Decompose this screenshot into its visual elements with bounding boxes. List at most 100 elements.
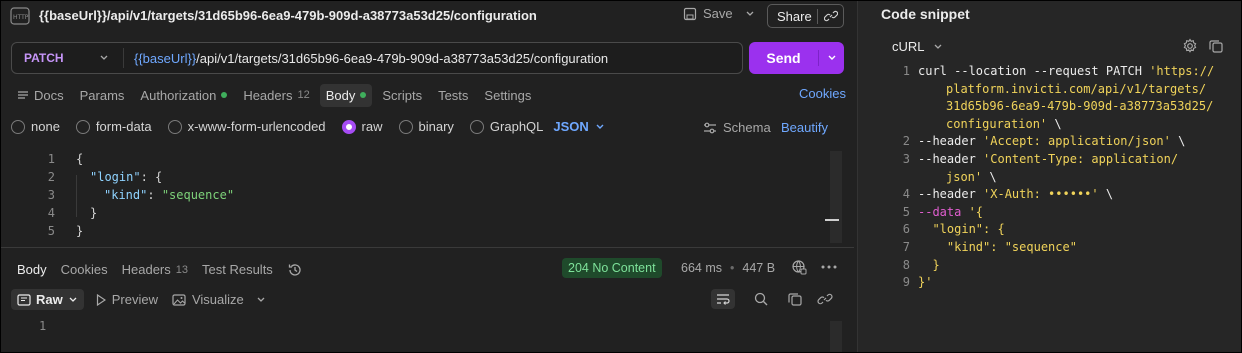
svg-text:HTTP: HTTP [13, 14, 29, 21]
http-request-icon: HTTP [10, 7, 30, 25]
radio-graphql[interactable]: GraphQL [469, 119, 543, 134]
response-tools [791, 259, 837, 275]
tab-label: Body [325, 87, 356, 103]
schema-button[interactable]: Schema [703, 120, 771, 135]
view-raw-button[interactable]: Raw [11, 289, 84, 310]
response-body-tools [711, 289, 833, 309]
radio-urlencoded[interactable]: x-www-form-urlencoded [167, 119, 326, 134]
json-punct: : [147, 188, 162, 202]
format-label: JSON [553, 119, 589, 134]
chevron-down-icon[interactable] [739, 9, 755, 19]
headers-count: 12 [297, 89, 310, 101]
gear-icon[interactable] [1182, 38, 1198, 54]
send-button[interactable]: Send [749, 42, 844, 74]
visualize-label: Visualize [191, 292, 244, 307]
link-icon[interactable] [817, 291, 833, 307]
tab-label: Cookies [60, 262, 108, 277]
url-input[interactable]: {{baseUrl}}/api/v1/targets/31d65b96-6ea9… [124, 51, 608, 66]
copy-icon[interactable] [787, 291, 803, 307]
body-editor[interactable]: 1 2 3 4 5 { "login": { "kind": "sequence… [1, 145, 854, 245]
tab-label: Docs [34, 87, 64, 103]
json-string: "sequence" [161, 188, 235, 202]
url-variable: {{baseUrl}} [134, 50, 197, 66]
tab-response-headers[interactable]: Headers 13 [116, 258, 194, 281]
chevron-down-icon [69, 297, 77, 302]
tab-params[interactable]: Params [74, 84, 131, 107]
tab-headers[interactable]: Headers 12 [237, 84, 315, 107]
tab-label: Tests [438, 87, 469, 103]
pane-divider[interactable] [1, 247, 854, 248]
tab-label: Scripts [382, 87, 423, 103]
copy-icon[interactable] [1208, 38, 1224, 54]
docs-icon [18, 91, 28, 99]
tab-response-body[interactable]: Body [11, 258, 53, 281]
json-key: "login" [90, 170, 141, 184]
radio-raw[interactable]: raw [341, 119, 383, 134]
link-icon[interactable] [818, 9, 843, 23]
chevron-down-icon[interactable] [256, 296, 266, 304]
snippet-line: 31d65b96-6ea9-479b-909d-a38773a53d25/ [946, 99, 1214, 114]
snippet-line: json' \ [946, 169, 997, 184]
snippet-tools [1182, 38, 1224, 54]
history-icon[interactable] [287, 262, 303, 278]
radio-binary[interactable]: binary [398, 119, 454, 134]
beautify-button[interactable]: Beautify [781, 120, 828, 135]
snippet-line: 8 } [902, 257, 940, 272]
view-preview-button[interactable]: Preview [96, 292, 158, 307]
snippet-line: configuration' \ [946, 116, 1062, 131]
tab-authorization[interactable]: Authorization [134, 84, 233, 107]
status-dot [360, 92, 367, 98]
view-visualize-button[interactable]: Visualize [172, 292, 266, 307]
snippet-line: 9}' [902, 275, 933, 290]
editor-scrollbar[interactable] [830, 151, 842, 243]
code-line: } [90, 206, 98, 220]
tab-label: Settings [484, 87, 532, 103]
snippet-line: 5 --data '{ [902, 204, 984, 219]
line-number: 4 [47, 206, 55, 220]
code-line: "login": { [90, 170, 162, 184]
line-number: 1 [47, 152, 55, 166]
more-options-icon[interactable] [821, 265, 837, 269]
response-tabs: Body Cookies Headers 13 Test Results [11, 258, 303, 281]
url-bar: PATCH {{baseUrl}}/api/v1/targets/31d65b9… [11, 42, 743, 74]
request-title[interactable]: {{baseUrl}}/api/v1/targets/31d65b96-6ea9… [39, 8, 537, 23]
radio-circle-selected [341, 119, 356, 134]
tab-body[interactable]: Body [319, 83, 373, 107]
share-button[interactable]: Share [767, 4, 844, 28]
response-scrollbar[interactable] [830, 321, 842, 352]
tab-docs[interactable]: Docs [11, 84, 70, 107]
status-dot [221, 92, 228, 98]
snippet-line: 2 --header 'Accept: application/json' \ [902, 134, 1186, 149]
code-snippet-title: Code snippet [881, 6, 970, 22]
search-icon[interactable] [753, 291, 769, 307]
wrap-lines-icon[interactable] [711, 289, 735, 309]
tab-scripts[interactable]: Scripts [376, 84, 428, 107]
play-icon [96, 293, 106, 306]
response-time[interactable]: 664 ms [681, 261, 722, 275]
tab-tests[interactable]: Tests [432, 84, 474, 107]
status-badge[interactable]: 204 No Content [562, 258, 662, 278]
method-select[interactable]: PATCH [12, 48, 124, 68]
tab-settings[interactable]: Settings [478, 84, 537, 107]
save-icon [683, 7, 697, 20]
language-select[interactable]: cURL [892, 39, 943, 54]
image-icon [172, 293, 186, 306]
separator-dot: • [730, 261, 735, 275]
radio-none[interactable]: none [11, 119, 60, 134]
send-options-chevron-icon[interactable] [819, 54, 844, 62]
code-snippet[interactable]: 1 curl --location --request PATCH 'https:… [894, 63, 1214, 292]
cookies-link[interactable]: Cookies [799, 86, 846, 101]
radio-form-data[interactable]: form-data [75, 119, 152, 134]
save-button[interactable]: Save [683, 6, 755, 21]
format-select[interactable]: JSON [553, 119, 604, 134]
scrollbar-marker [825, 219, 839, 221]
tab-response-cookies[interactable]: Cookies [55, 258, 114, 281]
snippet-line: 6 "login": { [902, 222, 1005, 237]
globe-icon[interactable] [791, 259, 807, 275]
response-size[interactable]: 447 B [742, 261, 775, 275]
snippet-line: platform.invicti.com/api/v1/targets/ [946, 81, 1207, 96]
radio-label: form-data [95, 119, 152, 134]
radio-circle [469, 119, 484, 134]
chevron-down-icon [100, 55, 108, 60]
tab-test-results[interactable]: Test Results [196, 258, 279, 281]
